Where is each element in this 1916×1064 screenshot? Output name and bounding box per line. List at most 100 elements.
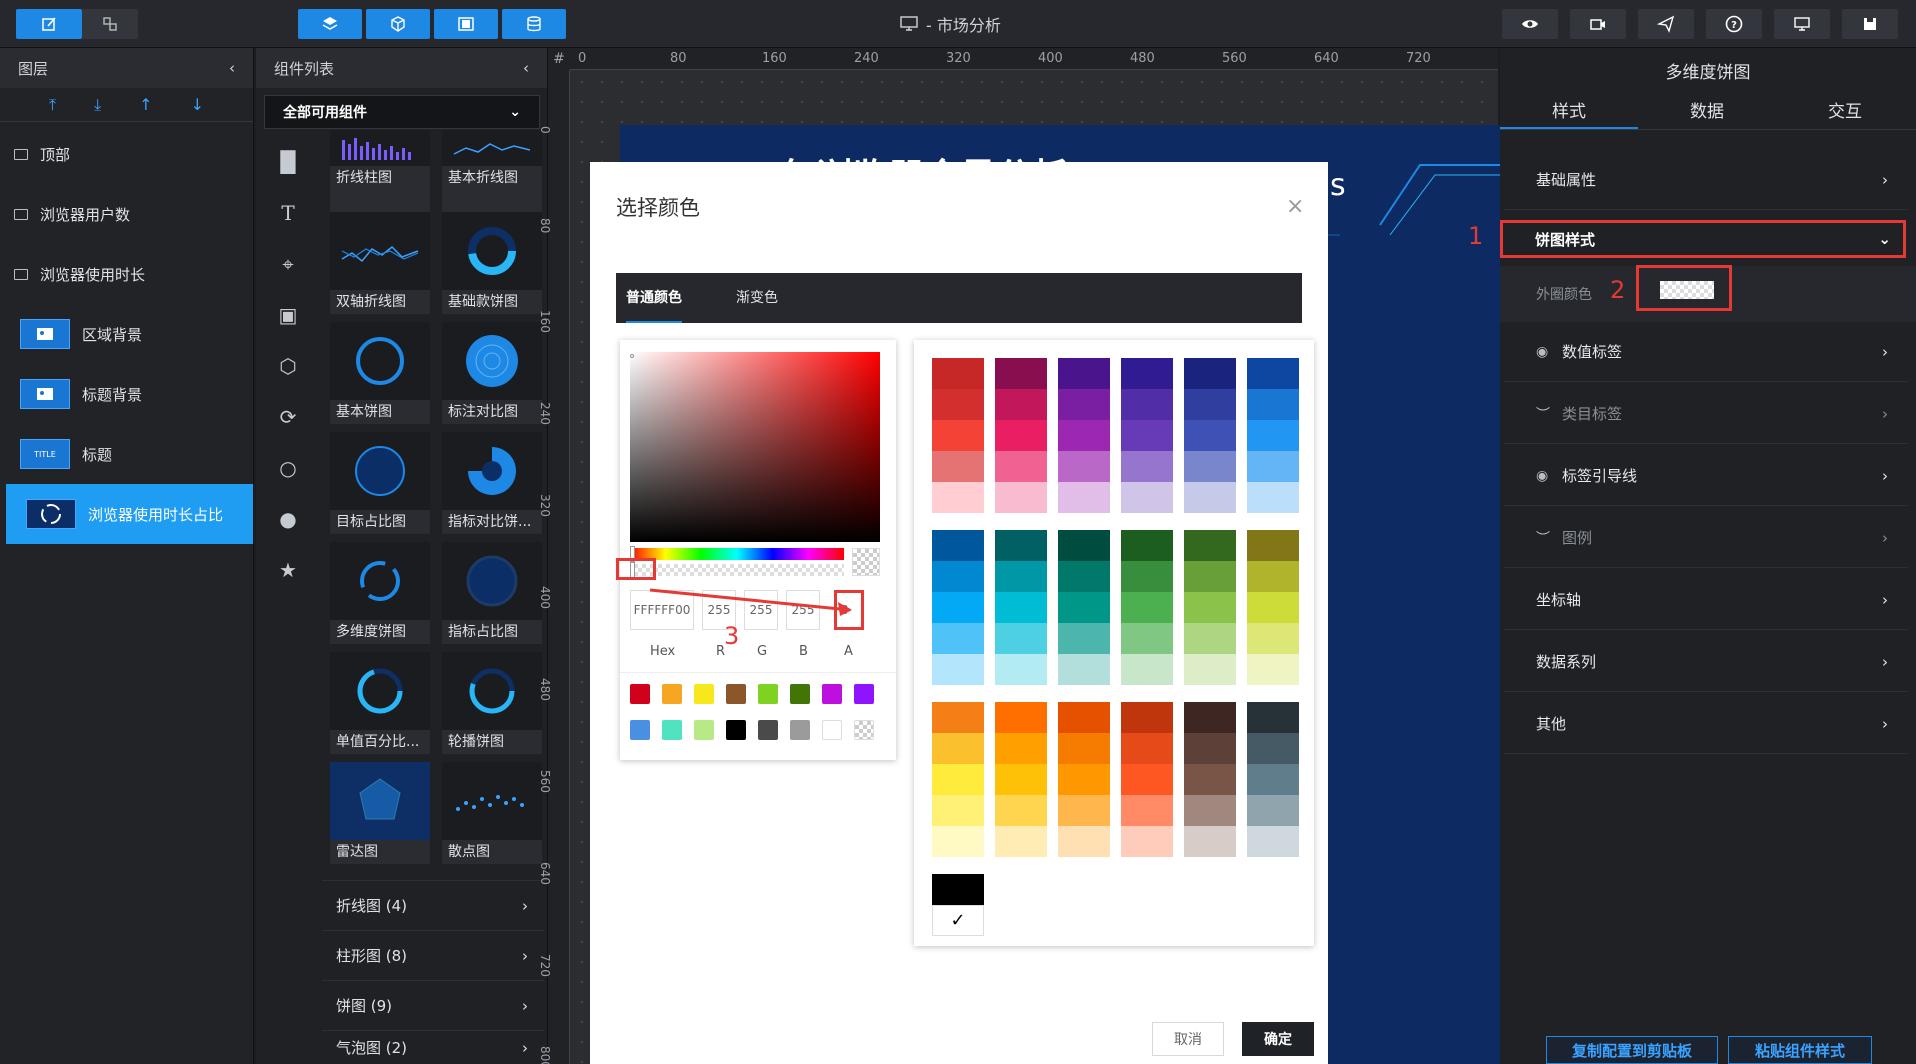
- layer-item-browser-time-ratio[interactable]: 浏览器使用时长占比: [6, 484, 253, 544]
- preset-color-swatch[interactable]: [694, 720, 714, 740]
- palette-swatch[interactable]: [995, 420, 1047, 451]
- palette-swatch[interactable]: [1184, 795, 1236, 826]
- map-pin-category-icon[interactable]: ⌖: [282, 252, 293, 276]
- preset-color-swatch[interactable]: [854, 684, 874, 704]
- eye-closed-icon[interactable]: ︶: [1536, 404, 1552, 424]
- circle-category-icon[interactable]: ○: [279, 456, 296, 480]
- preset-color-swatch[interactable]: [790, 720, 810, 740]
- palette-swatch[interactable]: [1058, 451, 1110, 482]
- palette-swatch[interactable]: [932, 358, 984, 389]
- palette-swatch[interactable]: [1247, 795, 1299, 826]
- selected-check-icon[interactable]: ✓: [932, 905, 984, 936]
- media-category-icon[interactable]: ▣: [279, 303, 298, 327]
- palette-swatch[interactable]: [1121, 420, 1173, 451]
- screen-button[interactable]: [1774, 9, 1830, 39]
- palette-swatch[interactable]: [1058, 358, 1110, 389]
- palette-swatch[interactable]: [1247, 826, 1299, 857]
- group-bubble-charts[interactable]: 气泡图 (2) ›: [322, 1030, 544, 1064]
- palette-swatch[interactable]: [1121, 623, 1173, 654]
- palette-swatch[interactable]: [1121, 358, 1173, 389]
- palette-swatch[interactable]: [932, 764, 984, 795]
- layers-button[interactable]: [298, 9, 362, 39]
- palette-swatch[interactable]: [1184, 420, 1236, 451]
- palette-swatch[interactable]: [932, 654, 984, 685]
- palette-swatch[interactable]: [1247, 451, 1299, 482]
- section-value-label[interactable]: ◉ 数值标签 ›: [1504, 322, 1908, 382]
- copy-config-button[interactable]: 复制配置到剪贴板: [1546, 1036, 1718, 1064]
- palette-swatch[interactable]: [1247, 764, 1299, 795]
- component-card[interactable]: 基本饼图: [330, 322, 430, 424]
- section-label-guide-line[interactable]: ◉ 标签引导线 ›: [1504, 446, 1908, 506]
- record-button[interactable]: [1570, 9, 1626, 39]
- palette-swatch[interactable]: [1058, 530, 1110, 561]
- collapse-chevron-icon[interactable]: ‹: [523, 59, 529, 77]
- palette-swatch[interactable]: [1058, 654, 1110, 685]
- close-icon[interactable]: ×: [1286, 194, 1304, 219]
- palette-swatch[interactable]: [932, 561, 984, 592]
- layer-item-area-bg[interactable]: 区域背景: [0, 304, 253, 364]
- confirm-button[interactable]: 确定: [1242, 1022, 1314, 1056]
- layer-item-browser-time[interactable]: 浏览器使用时长: [0, 244, 253, 304]
- palette-swatch[interactable]: [1058, 420, 1110, 451]
- save-button[interactable]: [1842, 9, 1898, 39]
- palette-swatch[interactable]: [1247, 561, 1299, 592]
- palette-swatch[interactable]: [932, 623, 984, 654]
- palette-swatch[interactable]: [1121, 702, 1173, 733]
- palette-swatch[interactable]: [1247, 482, 1299, 513]
- palette-swatch[interactable]: [995, 826, 1047, 857]
- palette-swatch[interactable]: [1121, 795, 1173, 826]
- palette-swatch[interactable]: [995, 623, 1047, 654]
- palette-swatch[interactable]: [1184, 389, 1236, 420]
- cancel-button[interactable]: 取消: [1152, 1022, 1224, 1056]
- palette-swatch[interactable]: [932, 826, 984, 857]
- palette-swatch[interactable]: [1184, 482, 1236, 513]
- help-button[interactable]: ?: [1706, 9, 1762, 39]
- section-pie-style[interactable]: 饼图样式 ⌄: [1500, 220, 1906, 258]
- preset-color-swatch[interactable]: [726, 720, 746, 740]
- palette-swatch[interactable]: [1058, 826, 1110, 857]
- preset-color-swatch[interactable]: [726, 684, 746, 704]
- palette-swatch[interactable]: [1184, 530, 1236, 561]
- palette-swatch[interactable]: [1121, 764, 1173, 795]
- palette-swatch[interactable]: [932, 530, 984, 561]
- component-card[interactable]: 目标占比图: [330, 432, 430, 534]
- palette-swatch[interactable]: [1121, 530, 1173, 561]
- palette-swatch[interactable]: [1247, 592, 1299, 623]
- component-card[interactable]: 标注对比图: [442, 322, 542, 424]
- palette-swatch[interactable]: [1247, 530, 1299, 561]
- palette-swatch[interactable]: [1247, 702, 1299, 733]
- palette-swatch[interactable]: [1058, 764, 1110, 795]
- preset-color-swatch[interactable]: [790, 684, 810, 704]
- preview-button[interactable]: [1502, 9, 1558, 39]
- palette-swatch[interactable]: [1184, 733, 1236, 764]
- tab-interaction[interactable]: 交互: [1776, 97, 1914, 129]
- outer-color-swatch[interactable]: [1660, 281, 1714, 299]
- paste-style-button[interactable]: 粘贴组件样式: [1728, 1036, 1872, 1064]
- section-other[interactable]: 其他 ›: [1504, 694, 1908, 754]
- palette-swatch[interactable]: [1058, 389, 1110, 420]
- component-card[interactable]: 单值百分比...: [330, 652, 430, 754]
- palette-swatch[interactable]: [1184, 451, 1236, 482]
- layer-item-title[interactable]: TITLE 标题: [0, 424, 253, 484]
- palette-swatch[interactable]: [1058, 482, 1110, 513]
- palette-swatch[interactable]: [1058, 795, 1110, 826]
- section-axis[interactable]: 坐标轴 ›: [1504, 570, 1908, 630]
- layer-item-title-bg[interactable]: 标题背景: [0, 364, 253, 424]
- component-card[interactable]: 轮播饼图: [442, 652, 542, 754]
- palette-swatch[interactable]: [932, 795, 984, 826]
- preset-color-swatch[interactable]: [758, 720, 778, 740]
- collapse-chevron-icon[interactable]: ‹: [229, 59, 235, 77]
- eye-icon[interactable]: ◉: [1536, 344, 1552, 360]
- move-up-icon[interactable]: ⤒: [49, 95, 56, 115]
- interaction-category-icon[interactable]: ⟳: [280, 405, 297, 429]
- tab-style[interactable]: 样式: [1500, 97, 1638, 129]
- component-card[interactable]: 双轴折线图: [330, 212, 430, 314]
- preset-color-swatch[interactable]: [822, 684, 842, 704]
- palette-swatch[interactable]: [995, 389, 1047, 420]
- palette-swatch[interactable]: [1121, 561, 1173, 592]
- cube-button[interactable]: [366, 9, 430, 39]
- palette-swatch[interactable]: [932, 874, 984, 905]
- star-category-icon[interactable]: ★: [279, 558, 297, 582]
- group-line-charts[interactable]: 折线图 (4) ›: [322, 880, 544, 930]
- move-top-icon[interactable]: ↑: [139, 95, 152, 114]
